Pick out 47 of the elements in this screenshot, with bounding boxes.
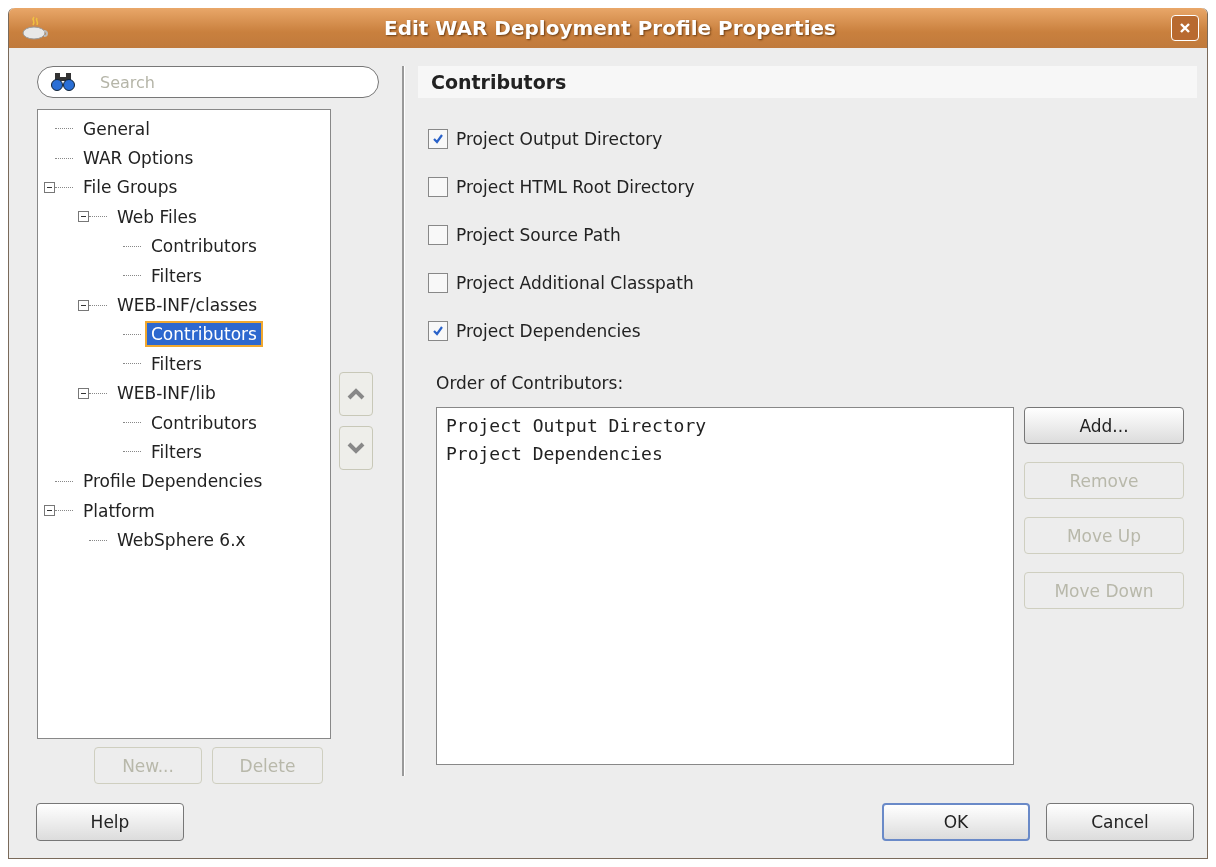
coffee-cup-icon bbox=[21, 15, 49, 41]
close-button[interactable] bbox=[1171, 15, 1199, 41]
collapse-icon[interactable] bbox=[78, 211, 89, 223]
dialog-button[interactable]: OK bbox=[882, 803, 1030, 841]
search-field[interactable]: Search bbox=[37, 66, 379, 98]
tree-item[interactable]: Contributors bbox=[145, 321, 263, 348]
tree-item[interactable]: Contributors bbox=[145, 409, 263, 436]
collapse-icon[interactable] bbox=[44, 181, 55, 193]
checkbox[interactable] bbox=[428, 320, 448, 341]
window-title: Edit WAR Deployment Profile Properties bbox=[383, 16, 837, 40]
tree-item[interactable]: Filters bbox=[145, 262, 208, 289]
collapse-icon[interactable] bbox=[78, 299, 89, 311]
tree-item[interactable]: Platform bbox=[77, 497, 161, 524]
move-up-button[interactable] bbox=[339, 372, 373, 416]
tree-item[interactable]: Contributors bbox=[145, 233, 263, 260]
checkbox-label: Project Output Directory bbox=[456, 128, 663, 149]
dialog-button[interactable]: Cancel bbox=[1046, 803, 1194, 841]
tree-item[interactable]: WAR Options bbox=[77, 145, 200, 172]
checkbox[interactable] bbox=[428, 176, 448, 197]
checkbox-label: Project Additional Classpath bbox=[456, 272, 694, 293]
tree-item[interactable]: Filters bbox=[145, 350, 208, 377]
tree-item[interactable]: Web Files bbox=[111, 203, 203, 230]
tree-item[interactable]: General bbox=[77, 115, 156, 142]
checkbox[interactable] bbox=[428, 128, 448, 149]
panel-header: Contributors bbox=[418, 66, 1197, 98]
tree-item[interactable]: WEB-INF/lib bbox=[111, 380, 222, 407]
list-item[interactable]: Project Output Directory bbox=[446, 412, 1004, 440]
dialog-button[interactable]: Help bbox=[36, 803, 184, 841]
tree-item[interactable]: WEB-INF/classes bbox=[111, 292, 264, 319]
checkbox-label: Project Source Path bbox=[456, 224, 621, 245]
order-label: Order of Contributors: bbox=[435, 373, 625, 393]
move-down-button[interactable] bbox=[339, 426, 373, 470]
checkbox[interactable] bbox=[428, 272, 448, 293]
checkbox[interactable] bbox=[428, 224, 448, 245]
checkbox-label: Project Dependencies bbox=[456, 320, 641, 341]
chevron-down-icon bbox=[346, 441, 366, 455]
list-action-button[interactable]: Add... bbox=[1024, 407, 1184, 444]
tree-item[interactable]: Filters bbox=[145, 439, 208, 465]
tree-item[interactable]: WebSphere 6.x bbox=[111, 527, 252, 554]
checkbox-label: Project HTML Root Directory bbox=[456, 176, 695, 197]
close-icon bbox=[1179, 22, 1191, 34]
tree-item[interactable]: File Groups bbox=[77, 174, 184, 201]
chevron-up-icon bbox=[346, 387, 366, 401]
collapse-icon[interactable] bbox=[78, 387, 89, 399]
list-item[interactable]: Project Dependencies bbox=[446, 440, 1004, 468]
collapse-icon[interactable] bbox=[44, 505, 55, 517]
tree-item[interactable]: Profile Dependencies bbox=[77, 468, 269, 495]
